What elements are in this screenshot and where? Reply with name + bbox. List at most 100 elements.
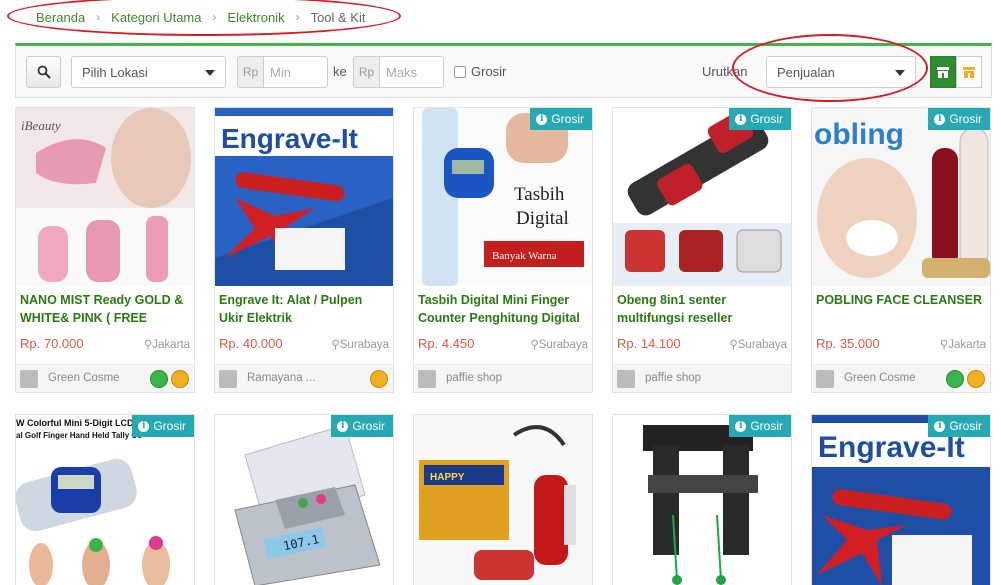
shop-name[interactable]: paffie shop	[446, 372, 502, 384]
currency-addon: Rp	[354, 57, 380, 87]
currency-addon: Rp	[238, 57, 264, 87]
info-icon: i	[138, 420, 150, 432]
product-card[interactable]: i Grosir Tasbih Digital Banyak Warna Tasb…	[413, 107, 593, 393]
engrave-logo-text: Engrave-It	[221, 123, 358, 154]
gold-merchant-badge-icon	[967, 370, 985, 388]
product-card[interactable]: HAPPY	[413, 414, 593, 585]
min-price-placeholder: Min	[270, 64, 291, 80]
grid-view-button[interactable]	[930, 56, 956, 88]
product-card[interactable]: Engrave-It Engrave It: Alat / Pulpen Uki…	[214, 107, 394, 393]
grosir-badge: i Grosir	[331, 415, 393, 437]
lcd-subtitle-text: al Golf Finger Hand Held Tally Co	[16, 431, 142, 440]
trend-icon	[20, 370, 38, 388]
product-name[interactable]: NANO MIST Ready GOLD & WHITE& PINK ( FRE…	[20, 291, 190, 327]
trend-icon	[219, 370, 237, 388]
grosir-badge: i Grosir	[729, 108, 791, 130]
location-pin-icon: ⚲	[331, 339, 340, 351]
product-card[interactable]: i Grosir W Colorful Mini 5-Digit LCD al G…	[15, 414, 195, 585]
gold-merchant-badge-icon	[171, 370, 189, 388]
gold-store-view-button[interactable]	[956, 56, 982, 88]
trend-icon	[418, 370, 436, 388]
caret-down-icon	[895, 70, 905, 76]
product-price: Rp. 70.000	[20, 336, 84, 351]
shop-name[interactable]: Green Cosme	[844, 372, 916, 384]
banyak-warna-text: Banyak Warna	[492, 250, 557, 262]
product-image[interactable]: Engrave-It	[812, 415, 990, 585]
breadcrumb-elektronik[interactable]: Elektronik	[227, 10, 284, 25]
product-image[interactable]: W Colorful Mini 5-Digit LCD al Golf Fing…	[16, 415, 194, 585]
product-price: Rp. 35.000	[816, 336, 880, 351]
product-card[interactable]: i Grosir 107.1	[214, 414, 394, 585]
trend-icon	[816, 370, 834, 388]
product-location: ⚲Surabaya	[331, 339, 389, 351]
product-image[interactable]: iBeauty	[16, 108, 194, 286]
search-icon	[37, 65, 51, 79]
product-image[interactable]	[613, 108, 791, 286]
shop-bar: Ramayana ...	[215, 364, 393, 392]
max-price-placeholder: Maks	[386, 64, 418, 80]
product-name[interactable]: Obeng 8in1 senter multifungsi reseller	[617, 291, 787, 327]
chevron-right-icon: ›	[212, 10, 217, 24]
product-card[interactable]: i Grosir obling POBLING FACE CLEANSER Rp.…	[811, 107, 991, 393]
location-pin-icon: ⚲	[530, 339, 539, 351]
shop-bar: paffie shop	[613, 364, 791, 392]
product-location: ⚲Surabaya	[530, 339, 588, 351]
grosir-badge: i Grosir	[928, 108, 990, 130]
grosir-checkbox[interactable]	[454, 66, 466, 78]
product-card[interactable]: i Grosir Engrave-It	[811, 414, 991, 585]
info-icon: i	[337, 420, 349, 432]
info-icon: i	[934, 420, 946, 432]
product-image[interactable]	[613, 415, 791, 585]
product-image[interactable]: HAPPY	[414, 415, 592, 585]
caret-down-icon	[205, 70, 215, 76]
breadcrumb-current: Tool & Kit	[310, 9, 366, 25]
shop-name[interactable]: Ramayana ...	[247, 372, 315, 384]
filter-bar: Pilih Lokasi Rp Min ke Rp Maks Grosir Ur…	[15, 43, 992, 98]
info-icon: i	[735, 113, 747, 125]
product-price: Rp. 4.450	[418, 336, 475, 351]
tasbih-text: Tasbih	[514, 184, 565, 205]
product-price: Rp. 40.000	[219, 336, 283, 351]
product-image[interactable]: obling	[812, 108, 990, 286]
product-name[interactable]: Tasbih Digital Mini Finger Counter Pengh…	[418, 291, 588, 327]
clover-badge-icon	[150, 370, 168, 388]
store-icon	[937, 67, 949, 78]
pobling-logo-text: obling	[814, 118, 904, 151]
info-icon: i	[536, 113, 548, 125]
lcd-title-text: W Colorful Mini 5-Digit LCD	[16, 418, 134, 428]
chevron-right-icon: ›	[96, 10, 101, 24]
search-button[interactable]	[26, 56, 61, 88]
grosir-badge: i Grosir	[132, 415, 194, 437]
grosir-checkbox-label: Grosir	[471, 64, 507, 79]
grosir-badge: i Grosir	[530, 108, 592, 130]
clover-badge-icon	[946, 370, 964, 388]
sort-select-value: Penjualan	[777, 64, 835, 80]
product-image[interactable]: Tasbih Digital Banyak Warna	[414, 108, 592, 286]
breadcrumb-kategori-utama[interactable]: Kategori Utama	[111, 10, 201, 25]
product-card[interactable]: i Grosir	[612, 414, 792, 585]
product-name[interactable]: POBLING FACE CLEANSER	[816, 291, 986, 327]
product-image[interactable]: 107.1	[215, 415, 393, 585]
digital-text: Digital	[516, 208, 569, 229]
location-select-value: Pilih Lokasi	[82, 64, 148, 80]
product-location: ⚲Surabaya	[729, 339, 787, 351]
shop-name[interactable]: paffie shop	[645, 372, 701, 384]
product-image[interactable]: Engrave-It	[215, 108, 393, 286]
sort-label: Urutkan	[702, 64, 748, 79]
sort-select[interactable]: Penjualan	[766, 56, 916, 88]
gold-merchant-badge-icon	[370, 370, 388, 388]
product-price: Rp. 14.100	[617, 336, 681, 351]
product-card[interactable]: iBeauty NANO MIST Ready GOLD & WHITE& PI…	[15, 107, 195, 393]
min-price-field[interactable]: Rp Min	[237, 56, 328, 88]
location-pin-icon: ⚲	[729, 339, 738, 351]
location-select[interactable]: Pilih Lokasi	[71, 56, 226, 88]
info-icon: i	[934, 113, 946, 125]
ibeauty-logo-text: iBeauty	[21, 118, 61, 133]
trend-icon	[617, 370, 635, 388]
shop-name[interactable]: Green Cosme	[48, 372, 120, 384]
max-price-field[interactable]: Rp Maks	[353, 56, 444, 88]
product-name[interactable]: Engrave It: Alat / Pulpen Ukir Elektrik	[219, 291, 389, 327]
shop-bar: Green Cosme	[16, 364, 194, 392]
product-card[interactable]: i Grosir Obeng 8in1 senter multifungsi re…	[612, 107, 792, 393]
breadcrumb-beranda[interactable]: Beranda	[36, 10, 85, 25]
